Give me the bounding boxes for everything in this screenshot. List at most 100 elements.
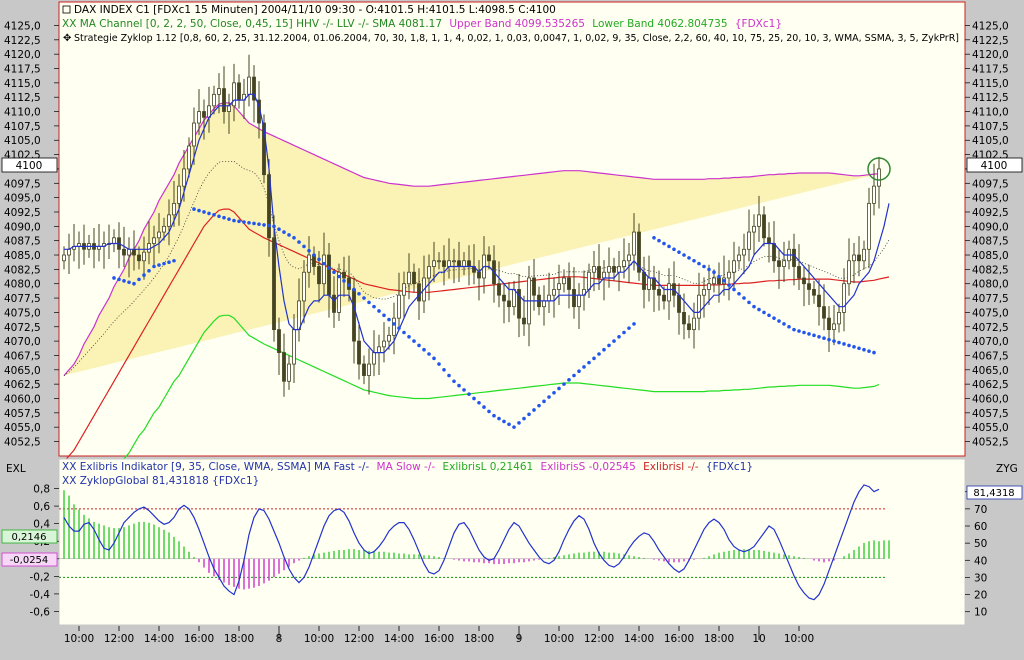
zyklop-dot [417, 343, 421, 348]
zyklop-dot [742, 296, 746, 300]
candle-body [647, 277, 651, 290]
candle-body [712, 277, 716, 285]
zyklop-dot [737, 291, 741, 296]
candle-body [542, 300, 546, 308]
candle-body [807, 283, 811, 290]
zyklop-dot [347, 283, 351, 287]
candle-body [167, 214, 171, 227]
candle-body [302, 271, 306, 302]
candle-body [702, 289, 706, 296]
candle-body [452, 260, 456, 263]
zyklop-dot [402, 330, 406, 335]
zyklop-dot [667, 244, 671, 249]
candle-body [202, 111, 206, 118]
zyklop-dot [142, 273, 146, 277]
price-tick-label-left: 4070,0 [4, 336, 41, 348]
candle-body [602, 271, 606, 279]
price-tick-label-right: 4112,5 [972, 92, 1009, 104]
zyklop-dot [547, 395, 551, 399]
price-tick-label-left: 4080,0 [4, 279, 41, 291]
zyklop-dot [432, 356, 436, 361]
zyklop-dot [452, 379, 456, 384]
zyklop-dot [677, 250, 681, 254]
zyklop-dot [722, 279, 726, 283]
zyklop-dot [272, 224, 276, 229]
zyklop-dot [202, 210, 206, 214]
candle-body [357, 340, 361, 365]
zyklop-dot [782, 322, 786, 326]
zyklop-dot [262, 223, 266, 227]
price-tick-label-right: 4105,0 [972, 135, 1009, 147]
candle-body [342, 271, 346, 279]
price-tick-label-left: 4055,0 [4, 422, 41, 434]
candle-body [332, 294, 336, 313]
candle-body [657, 289, 661, 296]
left-pane-title: EXL [6, 463, 26, 475]
price-tick-label-left: 4060,0 [4, 393, 41, 405]
price-tick-label-right: 4052,5 [972, 437, 1009, 449]
price-tick-label-left: 4062,5 [4, 379, 41, 391]
zyklop-dot [632, 322, 636, 326]
candle-body [872, 185, 876, 204]
zyklop-dot [487, 409, 491, 414]
price-tick-label-left: 4120,0 [4, 49, 41, 61]
zyklop-dot [257, 222, 261, 226]
candle-body [317, 266, 321, 285]
legend-channel: XX MA Channel [0, 2, 2, 50, Close, 0,45,… [62, 18, 782, 30]
price-tick-label-left: 4057,5 [4, 408, 41, 420]
price-tick-label-left: 4110,0 [4, 107, 41, 119]
zyklop-dot [207, 211, 211, 216]
candle-body [177, 185, 181, 204]
candle-body [612, 266, 616, 273]
zyklop-dot [712, 270, 716, 275]
candle-body [297, 300, 301, 331]
candle-body [222, 88, 226, 112]
zyklop-dot [212, 213, 216, 217]
candle-body [287, 363, 291, 382]
zyg-tick-label: 50 [974, 538, 987, 550]
time-tick-label: 14:00 [624, 633, 654, 645]
zyklop-dot [862, 347, 866, 352]
zyklop-dot [577, 369, 581, 374]
zyklop-dot [447, 373, 451, 378]
zyg-tick-label: 60 [974, 521, 987, 533]
zyklop-dot [542, 399, 546, 404]
exl-tick-label: 0,8 [33, 484, 50, 496]
zyklop-dot [697, 261, 701, 266]
price-tick-label-left: 4107,5 [4, 121, 41, 133]
zyklop-dot [387, 317, 391, 322]
zyg-value-label: 81,4318 [973, 488, 1014, 499]
zyklop-dot [312, 253, 316, 257]
price-tick-label-right: 4085,0 [972, 250, 1009, 262]
zyklop-dot [627, 326, 631, 330]
price-tick-label-right: 4075,0 [972, 307, 1009, 319]
candle-body [192, 122, 196, 147]
zyg-tick-label: 40 [974, 555, 987, 567]
zyklop-dot [292, 236, 296, 240]
zyklop-dot [412, 339, 416, 343]
candle-body [137, 254, 141, 262]
zyklop-dot [497, 416, 501, 421]
candle-body [462, 260, 466, 267]
candle-body [692, 317, 696, 331]
legend-exlibris-l: ExlibrisL 0,21461 [443, 461, 534, 473]
candle-body [587, 271, 591, 290]
zyklop-dot [812, 333, 816, 338]
price-tick-label-right: 4065,0 [972, 365, 1009, 377]
candle-body [362, 363, 366, 376]
candle-body [742, 248, 746, 256]
candle-body [557, 283, 561, 290]
zyklop-dot [122, 279, 126, 283]
candle-body [812, 289, 816, 296]
zyklop-dot [537, 403, 541, 408]
price-tick-label-right: 4092,5 [972, 207, 1009, 219]
candle-body [217, 88, 221, 95]
time-tick-label: 18:00 [704, 633, 734, 645]
zyklop-dot [267, 223, 271, 228]
candle-body [372, 352, 376, 365]
candle-body [827, 317, 831, 331]
price-tick-label-left: 4122,5 [4, 35, 41, 47]
zyg-tick-label: 20 [974, 590, 987, 602]
zyklop-dot [592, 356, 596, 361]
zyklop-dot [622, 330, 626, 335]
